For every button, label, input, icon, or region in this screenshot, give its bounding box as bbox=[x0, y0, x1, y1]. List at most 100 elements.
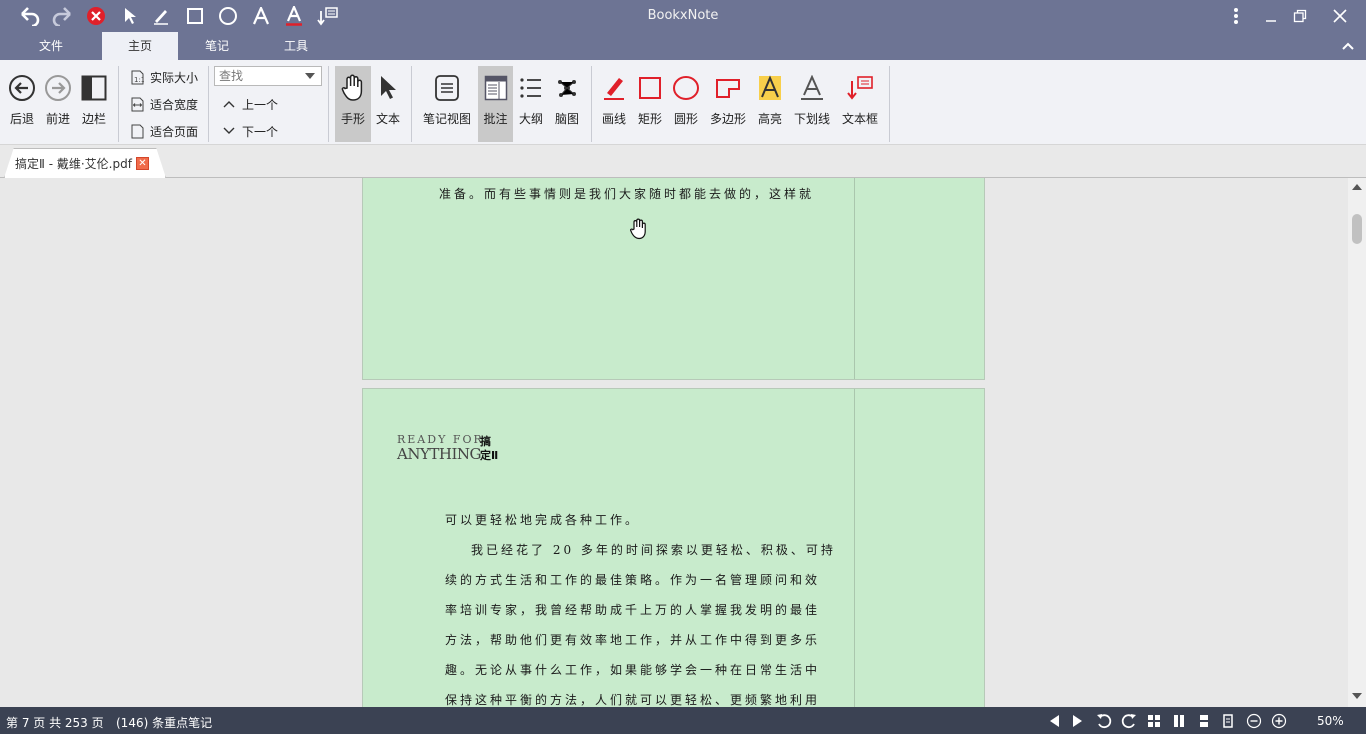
svg-text:1:1: 1:1 bbox=[134, 76, 144, 84]
actual-size-label: 实际大小 bbox=[150, 70, 199, 85]
single-page-view-icon[interactable] bbox=[1220, 713, 1236, 729]
note-view-button[interactable]: 笔记视图 bbox=[420, 66, 474, 142]
annotate-button[interactable]: 批注 bbox=[478, 66, 513, 142]
search-placeholder: 查找 bbox=[219, 69, 244, 83]
next-page-icon[interactable] bbox=[1070, 713, 1086, 729]
close-document-icon[interactable] bbox=[84, 4, 108, 28]
zoom-in-icon[interactable] bbox=[1271, 713, 1287, 729]
title-bar: BookxNote bbox=[0, 0, 1366, 32]
document-tab-bar: 搞定Ⅱ - 戴维·艾伦.pdf ✕ bbox=[0, 145, 1366, 178]
search-input[interactable]: 查找 bbox=[214, 66, 322, 86]
sidebar-icon bbox=[81, 70, 107, 106]
document-viewer[interactable]: 准备。而有些事情则是我们大家随时都能去做的，这样就 READY FOR ANYT… bbox=[0, 178, 1348, 707]
rectangle-icon[interactable] bbox=[184, 4, 206, 28]
underline-text-icon[interactable] bbox=[283, 4, 305, 28]
sidebar-label: 边栏 bbox=[81, 112, 106, 126]
grid-view-icon[interactable] bbox=[1146, 713, 1162, 729]
red-textbox-icon bbox=[846, 70, 874, 106]
chevron-up-icon bbox=[222, 96, 236, 112]
zoom-level: 50% bbox=[1317, 714, 1344, 728]
page-text-line: 续的方式生活和工作的最佳策略。作为一名管理顾问和效 bbox=[445, 573, 821, 587]
forward-label: 前进 bbox=[45, 112, 70, 126]
draw-rect-button[interactable]: 矩形 bbox=[633, 66, 667, 142]
scroll-down-icon[interactable] bbox=[1352, 693, 1362, 699]
find-next-label: 下一个 bbox=[242, 124, 279, 139]
red-rectangle-icon bbox=[638, 70, 662, 106]
collapse-ribbon-icon[interactable] bbox=[1340, 38, 1356, 54]
ribbon-separator bbox=[328, 66, 329, 142]
fit-page-label: 适合页面 bbox=[150, 124, 199, 139]
arrow-cursor-icon bbox=[379, 70, 397, 106]
draw-polygon-button[interactable]: 多边形 bbox=[707, 66, 749, 142]
tab-home[interactable]: 主页 bbox=[102, 32, 178, 60]
hand-cursor-icon bbox=[629, 218, 649, 243]
document-tab[interactable]: 搞定Ⅱ - 戴维·艾伦.pdf ✕ bbox=[4, 148, 166, 178]
continuous-view-icon[interactable] bbox=[1196, 713, 1212, 729]
note-view-label: 笔记视图 bbox=[422, 112, 471, 126]
underline-label: 下划线 bbox=[793, 112, 830, 126]
rotate-right-icon[interactable] bbox=[1121, 713, 1137, 729]
underline-button[interactable]: 下划线 bbox=[790, 66, 834, 142]
text-mode-label: 文本 bbox=[375, 112, 400, 126]
more-options-icon[interactable] bbox=[1222, 4, 1250, 28]
scroll-thumb[interactable] bbox=[1352, 214, 1362, 244]
book-logo-cn1: 搞 bbox=[480, 435, 491, 448]
tab-notes[interactable]: 笔记 bbox=[186, 32, 248, 60]
restore-icon[interactable] bbox=[1286, 4, 1314, 28]
fit-width-button[interactable]: 适合宽度 bbox=[130, 93, 198, 115]
red-pen-icon bbox=[602, 70, 626, 106]
select-cursor-icon[interactable] bbox=[120, 4, 140, 28]
hand-mode-button[interactable]: 手形 bbox=[335, 66, 371, 142]
textbox-button[interactable]: 文本框 bbox=[838, 66, 882, 142]
undo-icon[interactable] bbox=[16, 4, 42, 28]
draw-rect-label: 矩形 bbox=[637, 112, 662, 126]
actual-size-button[interactable]: 1:1 实际大小 bbox=[130, 66, 198, 88]
circle-icon[interactable] bbox=[216, 4, 240, 28]
close-window-icon[interactable] bbox=[1326, 4, 1354, 28]
redo-icon[interactable] bbox=[50, 4, 76, 28]
forward-button[interactable]: 前进 bbox=[40, 66, 76, 142]
back-button[interactable]: 后退 bbox=[4, 66, 40, 142]
minimize-icon[interactable] bbox=[1257, 4, 1285, 28]
mindmap-button[interactable]: 脑图 bbox=[550, 66, 584, 142]
tab-file[interactable]: 文件 bbox=[20, 32, 82, 60]
pen-icon[interactable] bbox=[150, 4, 172, 28]
ribbon-toolbar: 后退 前进 边栏 1:1 实际大小 适合宽度 适合页面 查找 上一个 下一个 手… bbox=[0, 60, 1366, 145]
close-tab-icon[interactable]: ✕ bbox=[135, 157, 149, 170]
highlight-button[interactable]: 高亮 bbox=[753, 66, 787, 142]
annotate-panel-icon bbox=[484, 70, 508, 106]
scroll-up-icon[interactable] bbox=[1352, 184, 1362, 190]
find-previous-button[interactable]: 上一个 bbox=[222, 93, 278, 115]
tab-tools[interactable]: 工具 bbox=[265, 32, 327, 60]
page-info: 第 7 页 共 253 页 bbox=[6, 716, 104, 730]
draw-polygon-label: 多边形 bbox=[709, 112, 746, 126]
draw-line-button[interactable]: 画线 bbox=[597, 66, 631, 142]
outline-button[interactable]: 大纲 bbox=[514, 66, 548, 142]
forward-arrow-icon bbox=[44, 70, 72, 106]
fit-page-button[interactable]: 适合页面 bbox=[130, 120, 198, 142]
highlight-label: 高亮 bbox=[757, 112, 782, 126]
book-logo-chinese: 搞 定Ⅱ bbox=[480, 435, 498, 463]
ribbon-separator bbox=[591, 66, 592, 142]
page-text-line: 准备。而有些事情则是我们大家随时都能去做的，这样就 bbox=[439, 187, 815, 201]
text-mode-button[interactable]: 文本 bbox=[371, 66, 405, 142]
pdf-page: READY FOR ANYTHING 搞 定Ⅱ 可以更轻松地完成各种工作。 我已… bbox=[362, 388, 985, 707]
red-circle-icon bbox=[672, 70, 700, 106]
hand-icon bbox=[341, 70, 365, 106]
vertical-scrollbar[interactable] bbox=[1348, 178, 1366, 707]
zoom-out-icon[interactable] bbox=[1246, 713, 1262, 729]
rotate-left-icon[interactable] bbox=[1096, 713, 1112, 729]
two-page-view-icon[interactable] bbox=[1171, 713, 1187, 729]
search-dropdown-icon[interactable] bbox=[305, 73, 315, 79]
previous-page-icon[interactable] bbox=[1046, 713, 1062, 729]
page-text-line: 我已经花了 20 多年的时间探索以更轻松、积极、可持 bbox=[471, 543, 836, 557]
mindmap-label: 脑图 bbox=[554, 112, 579, 126]
draw-circle-button[interactable]: 圆形 bbox=[669, 66, 703, 142]
actual-size-icon: 1:1 bbox=[130, 69, 144, 85]
highlight-text-icon[interactable] bbox=[250, 4, 272, 28]
sidebar-toggle-button[interactable]: 边栏 bbox=[76, 66, 112, 142]
find-next-button[interactable]: 下一个 bbox=[222, 120, 278, 142]
back-arrow-icon bbox=[8, 70, 36, 106]
textbox-icon[interactable] bbox=[316, 4, 340, 28]
draw-circle-label: 圆形 bbox=[673, 112, 698, 126]
